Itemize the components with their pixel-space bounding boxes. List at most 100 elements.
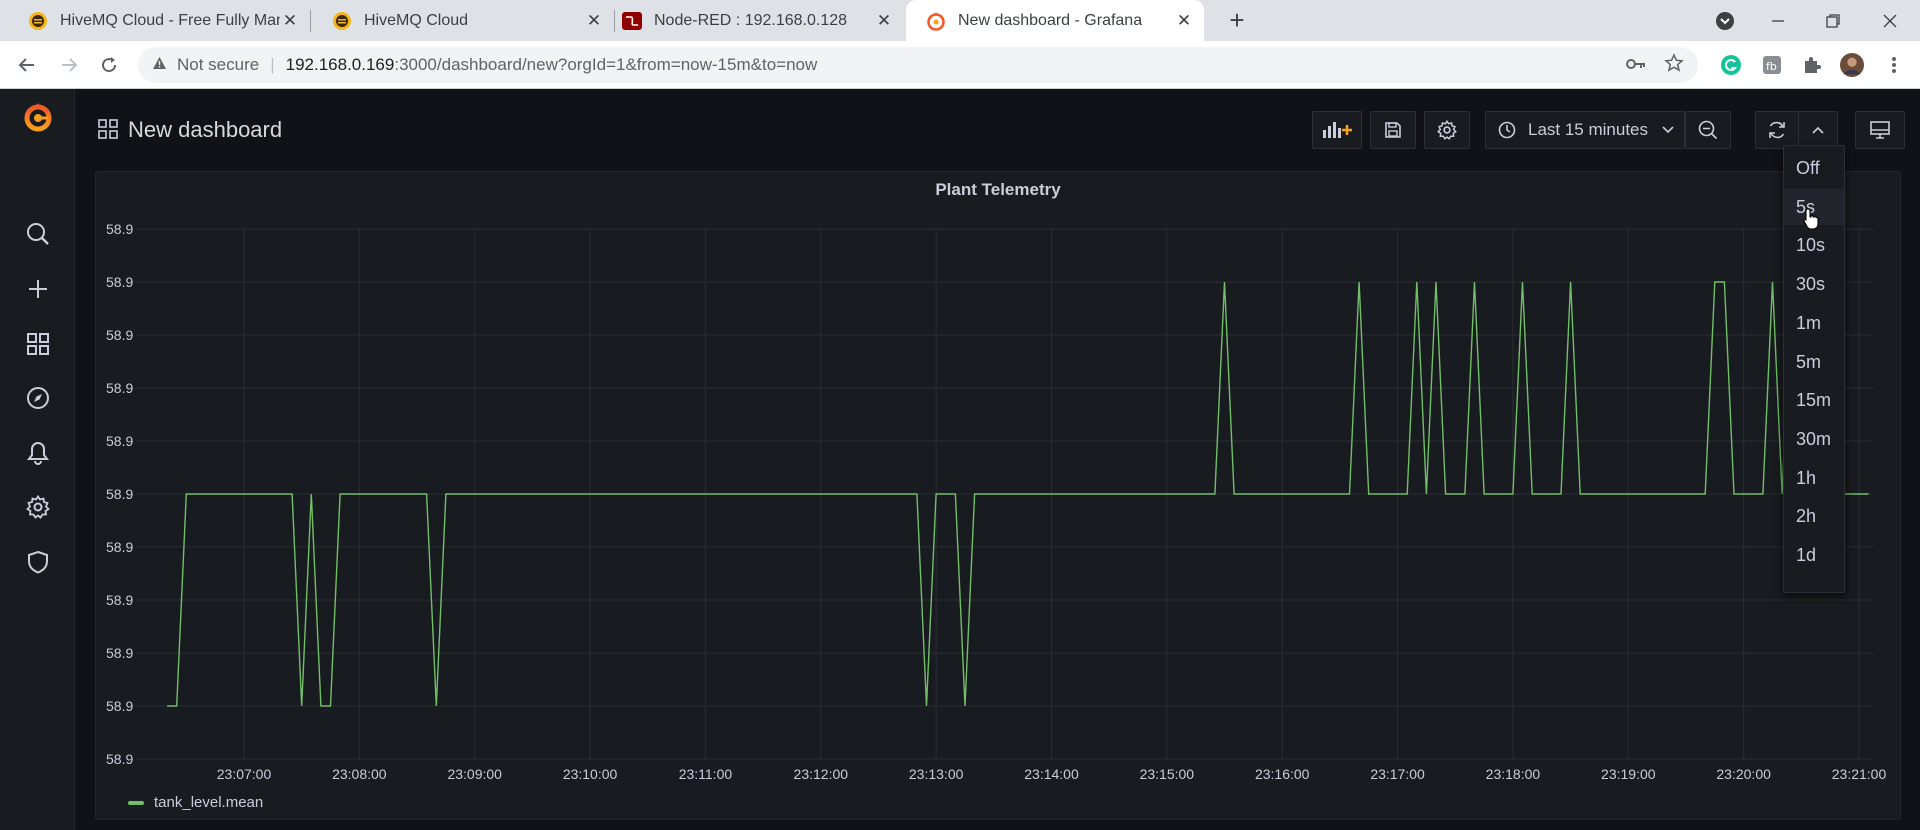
svg-text:fb: fb xyxy=(1766,60,1777,73)
y-tick-label: 58.9 xyxy=(106,380,133,396)
tab-divider xyxy=(310,10,311,32)
close-icon[interactable]: ✕ xyxy=(584,11,604,31)
explore-compass-icon[interactable] xyxy=(22,382,54,414)
x-tick-label: 23:09:00 xyxy=(447,766,502,782)
x-tick-label: 23:14:00 xyxy=(1024,766,1079,782)
save-icon xyxy=(1385,122,1401,138)
x-tick-label: 23:19:00 xyxy=(1601,766,1656,782)
refresh-interval-toggle[interactable] xyxy=(1798,111,1838,149)
refresh-option-1m[interactable]: 1m xyxy=(1784,305,1844,341)
minimize-icon[interactable] xyxy=(1753,0,1803,41)
tab-search-icon[interactable] xyxy=(1700,0,1750,41)
profile-avatar[interactable] xyxy=(1840,53,1864,77)
tv-mode-button[interactable] xyxy=(1855,111,1905,149)
x-tick-label: 23:16:00 xyxy=(1255,766,1310,782)
y-tick-label: 58.9 xyxy=(106,433,133,449)
url-path: :3000/dashboard/new?orgId=1&from=now-15m… xyxy=(394,55,818,74)
chart-legend[interactable]: tank_level.mean xyxy=(128,794,263,811)
time-series-chart[interactable]: 58.9 58.9 58.9 58.9 58.9 58.9 58.9 58.9 58.9 58.9… xyxy=(96,172,1902,792)
hivemq-icon xyxy=(28,11,48,31)
tab-title: HiveMQ Cloud - Free Fully Managed xyxy=(60,11,280,29)
close-window-icon[interactable] xyxy=(1865,0,1915,41)
x-tick-label: 23:21:00 xyxy=(1832,766,1887,782)
forward-arrow-icon[interactable] xyxy=(54,50,84,80)
x-tick-label: 23:17:00 xyxy=(1370,766,1425,782)
browser-tab-hivemq-pricing[interactable]: HiveMQ Cloud - Free Fully Managed ✕ xyxy=(8,0,310,41)
save-dashboard-button[interactable] xyxy=(1370,111,1416,149)
zoom-out-button[interactable] xyxy=(1685,111,1731,149)
grammarly-icon[interactable] xyxy=(1719,53,1743,77)
more-menu-icon[interactable] xyxy=(1882,53,1906,77)
alerting-bell-icon[interactable] xyxy=(22,437,54,469)
refresh-option-10s[interactable]: 10s xyxy=(1784,227,1844,263)
y-tick-label: 58.9 xyxy=(106,274,133,290)
create-plus-icon[interactable] xyxy=(22,273,54,305)
dashboards-icon[interactable] xyxy=(22,328,54,360)
y-tick-label: 58.9 xyxy=(106,698,133,714)
divider: | xyxy=(270,55,275,74)
grafana-logo-icon[interactable] xyxy=(22,101,54,133)
dashboard-title[interactable]: New dashboard xyxy=(128,117,282,143)
warning-icon[interactable] xyxy=(152,56,167,74)
x-tick-label: 23:13:00 xyxy=(909,766,964,782)
y-tick-label: 58.9 xyxy=(106,592,133,608)
y-tick-label: 58.9 xyxy=(106,645,133,661)
reload-icon[interactable] xyxy=(94,50,124,80)
refresh-button[interactable] xyxy=(1755,111,1799,149)
browser-tab-node-red[interactable]: Node-RED : 192.168.0.128 ✕ xyxy=(602,0,904,41)
refresh-option-15m[interactable]: 15m xyxy=(1784,382,1844,418)
extension-fb-icon[interactable]: fb xyxy=(1760,53,1784,77)
extensions-puzzle-icon[interactable] xyxy=(1800,53,1824,77)
time-range-picker[interactable]: Last 15 minutes xyxy=(1485,111,1685,149)
refresh-option-Off[interactable]: Off xyxy=(1784,150,1844,186)
restore-icon[interactable] xyxy=(1808,0,1858,41)
bookmark-star-icon[interactable] xyxy=(1664,52,1684,78)
grafana-icon xyxy=(926,11,946,31)
y-tick-label: 58.9 xyxy=(106,327,133,343)
back-arrow-icon[interactable] xyxy=(12,50,42,80)
y-tick-label: 58.9 xyxy=(106,486,133,502)
url-host: 192.168.0.169 xyxy=(285,55,395,74)
key-icon[interactable] xyxy=(1626,55,1646,75)
close-icon[interactable]: ✕ xyxy=(874,11,894,31)
search-icon[interactable] xyxy=(22,218,54,250)
x-tick-label: 23:07:00 xyxy=(217,766,272,782)
security-label[interactable]: Not secure xyxy=(177,55,259,75)
close-icon[interactable]: ✕ xyxy=(280,11,300,31)
chevron-down-icon xyxy=(1662,126,1674,134)
panel-plant-telemetry[interactable]: Plant Telemetry 58.9 58.9 58.9 58.9 58.9 58.9… xyxy=(95,171,1901,820)
add-panel-button[interactable] xyxy=(1312,111,1362,149)
y-tick-label: 58.9 xyxy=(106,539,133,555)
new-tab-button[interactable]: + xyxy=(1222,6,1252,36)
x-tick-label: 23:10:00 xyxy=(563,766,618,782)
monitor-icon xyxy=(1870,121,1890,139)
tab-title: New dashboard - Grafana xyxy=(958,11,1143,29)
refresh-option-5m[interactable]: 5m xyxy=(1784,344,1844,380)
refresh-option-2h[interactable]: 2h xyxy=(1784,498,1844,534)
address-bar[interactable]: Not secure | 192.168.0.169 :3000/dashboa… xyxy=(138,47,1698,83)
x-tick-label: 23:15:00 xyxy=(1140,766,1195,782)
close-icon[interactable]: ✕ xyxy=(1174,11,1194,31)
dashboard-header: New dashboard Last 15 minutes xyxy=(76,89,1920,171)
y-tick-label: 58.9 xyxy=(106,751,133,767)
series-line-tank_level.mean xyxy=(167,281,1869,707)
y-tick-label: 58.9 xyxy=(106,221,133,237)
clock-icon xyxy=(1498,121,1516,139)
add-panel-icon xyxy=(1323,122,1352,138)
hivemq-icon xyxy=(332,11,352,31)
node-red-icon xyxy=(622,11,642,31)
refresh-option-30m[interactable]: 30m xyxy=(1784,421,1844,457)
mouse-pointer-icon xyxy=(1803,208,1819,230)
refresh-option-30s[interactable]: 30s xyxy=(1784,266,1844,302)
browser-tab-grafana[interactable]: New dashboard - Grafana ✕ xyxy=(906,0,1204,41)
tab-title: HiveMQ Cloud xyxy=(364,11,469,29)
dashboard-grid-icon xyxy=(98,119,118,139)
refresh-option-1h[interactable]: 1h xyxy=(1784,460,1844,496)
x-tick-label: 23:11:00 xyxy=(679,766,733,782)
dashboard-settings-button[interactable] xyxy=(1424,111,1470,149)
refresh-option-1d[interactable]: 1d xyxy=(1784,537,1844,573)
server-admin-shield-icon[interactable] xyxy=(22,546,54,578)
configuration-gear-icon[interactable] xyxy=(22,491,54,523)
browser-tab-hivemq-cloud[interactable]: HiveMQ Cloud ✕ xyxy=(312,0,614,41)
grafana-sidemenu xyxy=(0,89,75,830)
